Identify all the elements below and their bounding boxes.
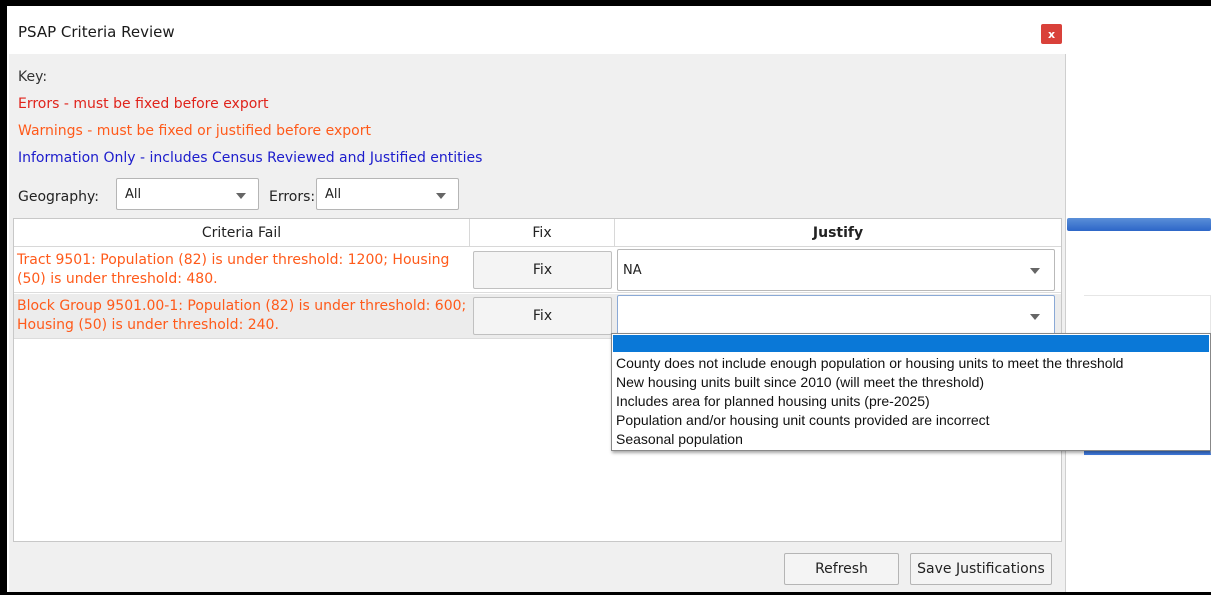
- chevron-down-icon: [436, 193, 446, 199]
- key-title: Key:: [18, 69, 48, 85]
- geography-label: Geography:: [18, 189, 99, 205]
- save-justifications-button[interactable]: Save Justifications: [910, 553, 1052, 585]
- chevron-down-icon: [236, 193, 246, 199]
- title-bar: PSAP Criteria Review x: [9, 6, 1066, 54]
- errors-value: All: [325, 187, 342, 202]
- header-justify[interactable]: Justify: [615, 219, 1061, 247]
- table-row[interactable]: Tract 9501: Population (82) is under thr…: [14, 248, 1061, 293]
- dropdown-option-selected[interactable]: [613, 335, 1209, 352]
- justify-select[interactable]: [617, 295, 1055, 337]
- key-errors: Errors - must be fixed before export: [18, 96, 269, 112]
- refresh-button[interactable]: Refresh: [784, 553, 899, 585]
- justify-select[interactable]: NA: [617, 249, 1055, 291]
- fix-button[interactable]: Fix: [473, 251, 612, 289]
- background-blue-bar: [1067, 218, 1211, 231]
- header-fix[interactable]: Fix: [470, 219, 615, 247]
- justify-dropdown-list: County does not include enough populatio…: [611, 333, 1211, 451]
- chevron-down-icon: [1030, 268, 1040, 274]
- dropdown-option[interactable]: Population and/or housing unit counts pr…: [616, 412, 990, 428]
- window-title: PSAP Criteria Review: [18, 23, 175, 41]
- criteria-cell: Block Group 9501.00-1: Population (82) i…: [17, 298, 467, 333]
- key-info: Information Only - includes Census Revie…: [18, 150, 483, 166]
- chevron-down-icon: [1030, 314, 1040, 320]
- dropdown-option[interactable]: County does not include enough populatio…: [616, 355, 1123, 371]
- dropdown-option[interactable]: Includes area for planned housing units …: [616, 393, 930, 409]
- geography-value: All: [125, 187, 142, 202]
- dropdown-option[interactable]: New housing units built since 2010 (will…: [616, 374, 984, 390]
- psap-criteria-review-dialog: PSAP Criteria Review x Key: Errors - mus…: [9, 6, 1066, 592]
- justify-value: NA: [623, 263, 642, 278]
- errors-select[interactable]: All: [316, 178, 459, 210]
- key-warnings: Warnings - must be fixed or justified be…: [18, 123, 371, 139]
- geography-select[interactable]: All: [116, 178, 259, 210]
- table-header: Criteria Fail Fix Justify: [14, 219, 1061, 247]
- header-criteria-fail[interactable]: Criteria Fail: [14, 219, 470, 247]
- criteria-cell: Tract 9501: Population (82) is under thr…: [17, 252, 450, 287]
- dropdown-option[interactable]: Seasonal population: [616, 431, 743, 447]
- errors-label: Errors:: [269, 189, 316, 205]
- close-button[interactable]: x: [1041, 24, 1062, 44]
- fix-button[interactable]: Fix: [473, 297, 612, 335]
